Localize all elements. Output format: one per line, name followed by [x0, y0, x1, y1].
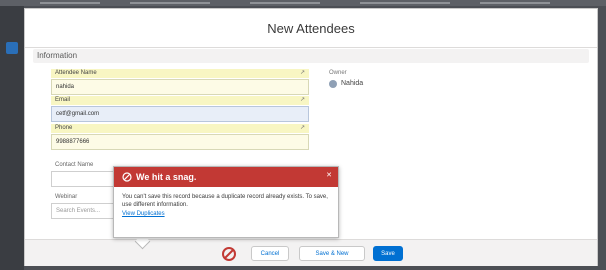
chevron-icon: ↗ [299, 97, 305, 103]
app-nav-icon[interactable] [6, 42, 18, 54]
email-field: Email ↗ cetf@gmail.com [51, 96, 309, 122]
contact-name-label: Contact Name [55, 162, 94, 168]
attendee-name-label: Attendee Name ↗ [51, 69, 309, 78]
attendee-name-field: Attendee Name ↗ nahida [51, 69, 309, 95]
phone-label: Phone ↗ [51, 124, 309, 133]
modal-footer: Cancel Save & New Save [25, 239, 597, 266]
email-input[interactable]: cetf@gmail.com [51, 106, 309, 122]
owner-value[interactable]: Nahida [329, 78, 363, 90]
warning-icon [122, 172, 132, 182]
background-left-strip [0, 6, 24, 270]
error-indicator-icon[interactable] [221, 246, 237, 262]
information-section-header[interactable]: Information [33, 49, 589, 63]
email-label: Email ↗ [51, 96, 309, 105]
chevron-icon: ↗ [299, 125, 305, 131]
save-and-new-button[interactable]: Save & New [299, 246, 365, 261]
close-icon[interactable]: ✕ [326, 167, 332, 185]
contact-name-input[interactable] [51, 171, 121, 187]
error-title: We hit a snag. [136, 172, 197, 182]
error-popover: We hit a snag. ✕ You can't save this rec… [113, 166, 339, 238]
new-attendee-modal: New Attendees Information Attendee Name … [24, 8, 598, 266]
phone-field: Phone ↗ 9988877666 [51, 124, 309, 150]
phone-input[interactable]: 9988877666 [51, 134, 309, 150]
error-popover-header: We hit a snag. ✕ [114, 167, 338, 187]
save-button[interactable]: Save [373, 246, 403, 261]
webinar-search-input[interactable]: Search Events... [51, 203, 121, 219]
owner-label: Owner [329, 70, 347, 76]
modal-title: New Attendees [25, 9, 597, 48]
section-label: Information [37, 51, 78, 60]
user-icon [329, 80, 337, 88]
webinar-field: Webinar Search Events... [51, 193, 121, 219]
attendee-name-input[interactable]: nahida [51, 79, 309, 95]
error-message: You can't save this record because a dup… [114, 187, 338, 218]
owner-field: Owner Nahida [329, 69, 363, 90]
view-duplicates-link[interactable]: View Duplicates [122, 210, 330, 218]
background-top-band [0, 0, 606, 6]
cancel-button[interactable]: Cancel [251, 246, 289, 261]
chevron-icon: ↗ [299, 70, 305, 76]
contact-name-field: Contact Name [51, 161, 121, 187]
webinar-label: Webinar [55, 194, 78, 200]
